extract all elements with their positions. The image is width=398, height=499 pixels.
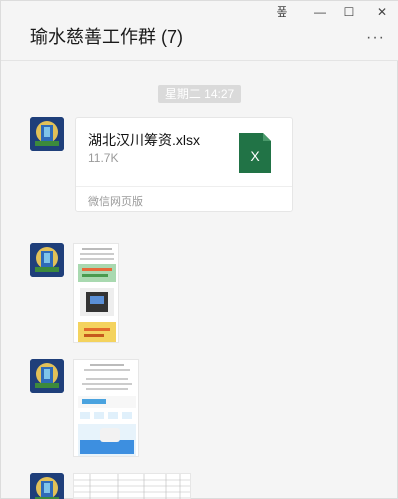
file-source: 微信网页版 [88, 196, 143, 208]
file-message-card[interactable]: 湖北汉川筹资.xlsx 11.7K X 微信网页版 [75, 117, 293, 212]
avatar[interactable] [30, 359, 64, 393]
chat-title: 瑜水慈善工作群 (7) [30, 27, 183, 47]
avatar[interactable] [30, 243, 64, 277]
image-message-thumbnail[interactable] [73, 243, 119, 343]
excel-icon-letter: X [250, 148, 260, 164]
image-message-thumbnail[interactable] [73, 359, 139, 457]
image-message-thumbnail[interactable] [73, 473, 191, 499]
maximize-button[interactable]: ☐ [336, 3, 362, 21]
file-name: 湖北汉川筹资.xlsx [88, 132, 200, 148]
avatar[interactable] [30, 473, 64, 499]
divider [76, 186, 292, 187]
close-button[interactable]: ✕ [369, 3, 395, 21]
more-options-button[interactable]: ··· [366, 29, 385, 47]
pin-button[interactable]: 퐆 [269, 3, 295, 21]
excel-file-icon: X [239, 133, 271, 173]
file-size: 11.7K [88, 151, 119, 165]
avatar[interactable] [30, 117, 64, 151]
minimize-button[interactable]: — [307, 3, 333, 21]
title-bar: 瑜水慈善工作群 (7) 퐆 — ☐ ✕ ··· [1, 1, 398, 61]
message-timestamp: 星期二 14:27 [158, 85, 241, 103]
